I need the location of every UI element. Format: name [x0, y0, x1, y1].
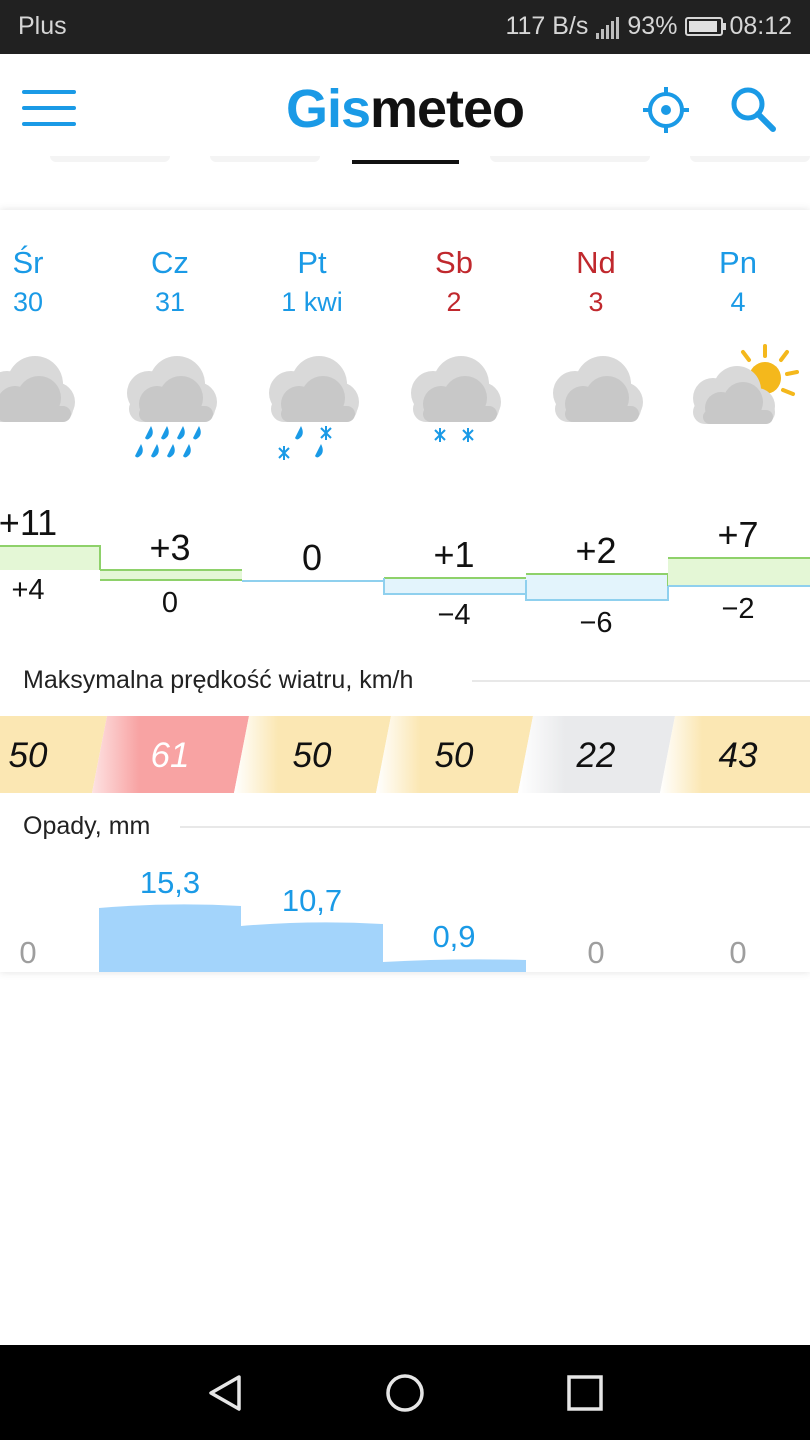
- battery-percent: 93%: [627, 12, 678, 40]
- precip-bar: [99, 904, 241, 972]
- logo-meteo: meteo: [370, 79, 525, 139]
- temp-range-bar: [100, 570, 242, 580]
- temp-max: 0: [301, 537, 323, 578]
- wind-value: 43: [718, 736, 758, 775]
- precip-section-title: Opady, mm: [23, 812, 163, 841]
- precip-bar: [241, 922, 383, 972]
- partly-sunny-icon: [693, 344, 799, 424]
- precip-value: 0: [19, 935, 37, 970]
- back-icon[interactable]: [197, 1367, 253, 1419]
- day-header[interactable]: Sb 2: [383, 245, 525, 318]
- day-date: 1 kwi: [281, 287, 343, 317]
- day-header[interactable]: Pn 4: [667, 245, 809, 318]
- day-date: 31: [154, 287, 186, 317]
- temp-max: +2: [575, 530, 617, 571]
- tab-indicator[interactable]: [352, 160, 459, 164]
- precip-value: 0,9: [432, 919, 476, 954]
- temp-max: +3: [149, 527, 191, 568]
- status-right: 117 B/s 93% 08:12: [505, 12, 792, 41]
- precip-value: 10,7: [281, 883, 343, 918]
- divider: [180, 826, 810, 828]
- cloud-icon: [553, 356, 643, 422]
- temp-range-bar: [0, 546, 100, 570]
- system-nav-bar: [0, 1345, 810, 1440]
- location-icon[interactable]: [642, 86, 690, 134]
- signal-icon: [596, 15, 620, 39]
- temp-min: −2: [721, 593, 755, 625]
- wind-value: 50: [292, 736, 332, 775]
- day-header[interactable]: Cz 31: [99, 245, 241, 318]
- precip-value: 0: [729, 935, 747, 970]
- wind-value: 61: [150, 736, 190, 775]
- temp-range-bar: [526, 574, 668, 600]
- recents-icon[interactable]: [557, 1367, 613, 1419]
- day-name: Śr: [12, 245, 44, 280]
- wind-section-title: Maksymalna prędkość wiatru, km/h: [23, 666, 426, 695]
- temp-range-bar: [384, 578, 526, 594]
- day-name: Pn: [719, 245, 757, 280]
- search-icon[interactable]: [728, 84, 778, 134]
- network-speed: 117 B/s: [505, 12, 589, 40]
- temp-range-bar: [242, 580, 384, 582]
- home-icon[interactable]: [377, 1367, 433, 1419]
- day-header[interactable]: Pt 1 kwi: [241, 245, 383, 318]
- wind-value: 22: [576, 736, 616, 775]
- app-bar: Gismeteo: [0, 54, 810, 164]
- snow-cloud-icon: [411, 356, 501, 442]
- carrier-name: Plus: [18, 12, 67, 40]
- divider: [472, 680, 810, 682]
- day-header[interactable]: Śr 30: [0, 245, 99, 318]
- temp-min: 0: [161, 587, 179, 619]
- precip-value: 0: [587, 935, 605, 970]
- temp-min: +4: [11, 574, 45, 606]
- battery-icon: [685, 17, 727, 36]
- temp-max: +11: [0, 502, 58, 543]
- logo-gis: Gis: [285, 79, 371, 139]
- cloud-icon: [0, 356, 75, 422]
- day-date: 30: [12, 287, 44, 317]
- temp-range-bar: [668, 558, 810, 586]
- temp-max: +1: [433, 534, 475, 575]
- rain-cloud-icon: [127, 356, 217, 458]
- temp-min: −4: [437, 599, 471, 631]
- day-date: 2: [446, 287, 462, 317]
- rain-snow-cloud-icon: [269, 356, 359, 460]
- wind-value: 50: [8, 736, 48, 775]
- temp-max: +7: [717, 514, 759, 555]
- day-date: 3: [588, 287, 604, 317]
- temp-min: −6: [579, 607, 613, 639]
- wind-value: 50: [434, 736, 474, 775]
- day-name: Cz: [151, 245, 189, 280]
- precip-value: 15,3: [139, 865, 201, 900]
- day-date: 4: [730, 287, 746, 317]
- day-name: Nd: [576, 245, 616, 280]
- day-name: Pt: [297, 245, 327, 280]
- status-bar: Plus 117 B/s 93% 08:12: [0, 0, 810, 54]
- day-header[interactable]: Nd 3: [525, 245, 667, 318]
- day-name: Sb: [435, 245, 473, 280]
- clock: 08:12: [729, 12, 792, 40]
- forecast-card: Śr 30 Cz 31 Pt 1 kwi Sb 2 Nd 3 Pn 4 +11 …: [0, 210, 810, 972]
- precip-bar: [383, 959, 526, 972]
